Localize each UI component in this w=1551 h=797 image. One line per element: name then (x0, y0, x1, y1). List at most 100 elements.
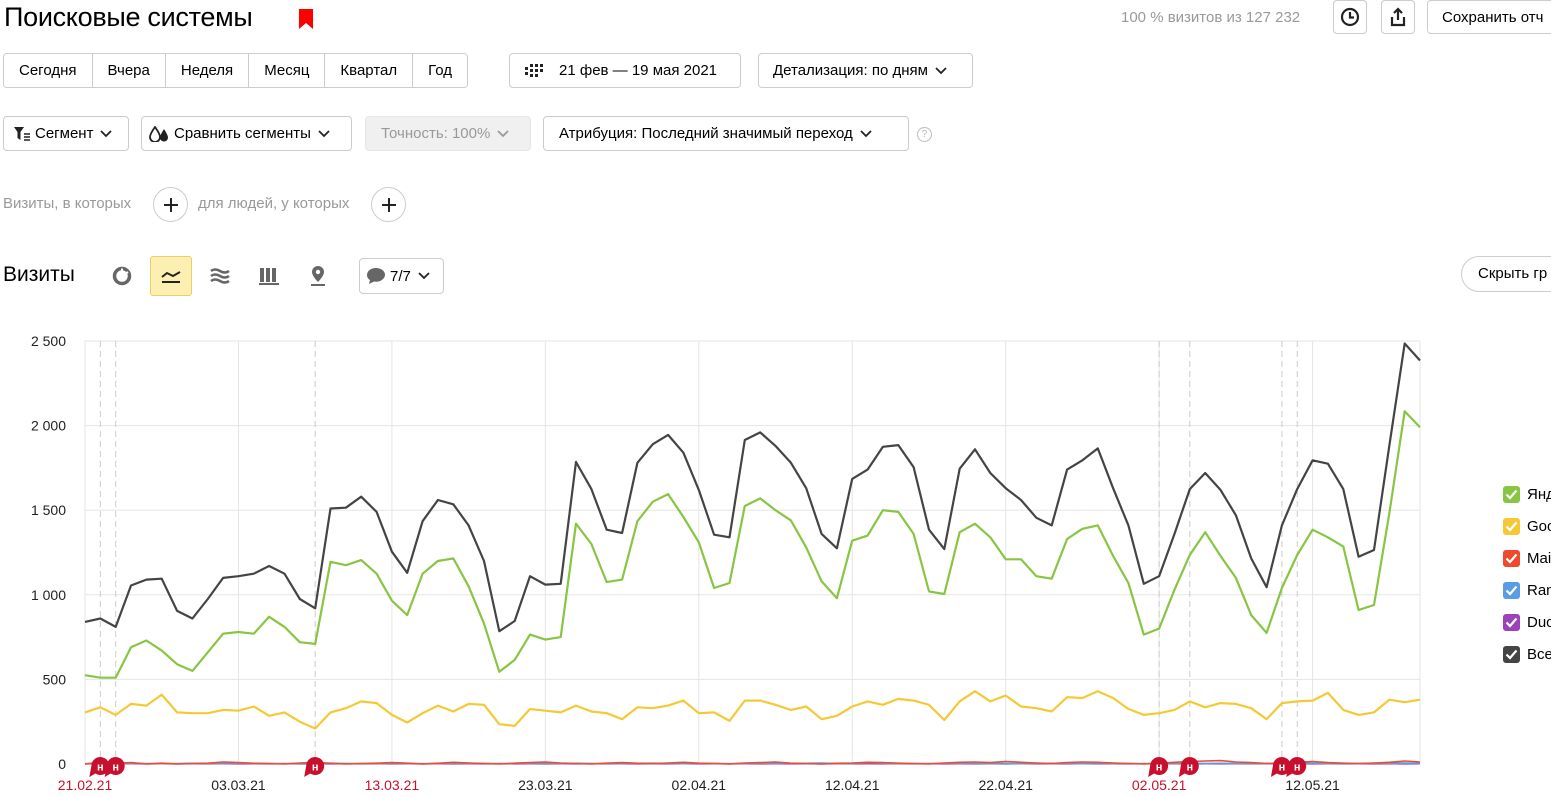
legend-item-duck[interactable]: Duc (1503, 606, 1551, 638)
annotation-label: н (112, 762, 119, 774)
legend-item-yandex[interactable]: Янд (1503, 478, 1551, 510)
date-range-label: 21 фев — 19 мая 2021 (559, 62, 718, 79)
checkbox-icon[interactable] (1503, 645, 1520, 663)
compare-segments-button[interactable]: Сравнить сегменты (141, 116, 352, 151)
legend-label: Янд (1527, 485, 1551, 503)
help-icon[interactable]: ? (917, 127, 932, 142)
chevron-down-icon (860, 129, 872, 137)
page-title: Поисковые системы (4, 2, 253, 32)
calendar-icon (525, 63, 543, 77)
x-tick-label: 22.04.21 (978, 777, 1033, 793)
y-tick-label: 1 000 (31, 587, 66, 603)
checkbox-icon[interactable] (1503, 581, 1520, 599)
checkbox-icon[interactable] (1503, 549, 1520, 567)
chart-legend: Янд Goo Mai Ram Duc Все (1503, 478, 1551, 670)
period-yesterday-button[interactable]: Вчера (92, 54, 166, 87)
bookmark-icon[interactable] (298, 9, 314, 29)
chevron-down-icon (418, 272, 430, 280)
y-tick-label: 1 500 (31, 502, 66, 518)
history-button[interactable] (1333, 0, 1367, 34)
y-tick-label: 2 500 (31, 333, 66, 349)
annotation-label: н (312, 762, 319, 774)
bar-chart-icon (259, 268, 279, 285)
hide-chart-button[interactable]: Скрыть гр (1461, 256, 1551, 292)
line-view-button[interactable] (150, 256, 192, 296)
attribution-label: Атрибуция: Последний значимый переход (559, 125, 853, 142)
annotation-label: н (97, 762, 104, 774)
period-quarter-button[interactable]: Квартал (325, 54, 414, 87)
filter-icon (14, 126, 30, 141)
legend-item-total[interactable]: Все (1503, 638, 1551, 670)
legend-label: Ram (1527, 581, 1551, 599)
save-report-button[interactable]: Сохранить отч (1427, 0, 1551, 34)
clock-icon (1340, 7, 1360, 27)
x-tick-label: 23.03.21 (518, 777, 573, 793)
visits-condition-label: Визиты, в которых (3, 195, 132, 212)
legend-item-rambler[interactable]: Ram (1503, 574, 1551, 606)
period-week-button[interactable]: Неделя (165, 54, 250, 87)
drops-icon (149, 125, 168, 142)
legend-item-mail[interactable]: Mai (1503, 542, 1551, 574)
legend-label: Mai (1527, 549, 1551, 567)
checkbox-icon[interactable] (1503, 485, 1520, 503)
detail-label: Детализация: по дням (773, 62, 928, 79)
x-tick-label: 21.02.21 (58, 777, 113, 793)
segment-button[interactable]: Сегмент (3, 116, 129, 151)
visits-percent-text: 100 % визитов из 127 232 (1121, 9, 1301, 26)
pie-view-button[interactable] (101, 256, 143, 296)
chevron-down-icon (497, 129, 509, 137)
add-visit-condition-button[interactable] (153, 187, 188, 222)
period-selector: Сегодня Вчера Неделя Месяц Квартал Год (3, 53, 469, 88)
x-tick-label: 02.04.21 (672, 777, 727, 793)
legend-label: Goo (1527, 517, 1551, 535)
annotation-label: н (1294, 762, 1301, 774)
x-tick-label: 13.03.21 (365, 777, 420, 793)
y-tick-label: 500 (43, 671, 67, 687)
annotation-label: н (1186, 762, 1193, 774)
checkbox-icon[interactable] (1503, 613, 1520, 631)
chevron-down-icon (318, 129, 330, 137)
chevron-down-icon (935, 66, 947, 74)
accuracy-label: Точность: 100% (381, 125, 491, 142)
series-line-yandex (84, 410, 1421, 679)
attribution-dropdown[interactable]: Атрибуция: Последний значимый переход (543, 116, 909, 151)
line-chart-icon (161, 271, 181, 283)
notes-count: 7/7 (390, 267, 411, 285)
legend-label: Duc (1527, 613, 1551, 631)
y-tick-label: 0 (58, 756, 66, 772)
period-year-button[interactable]: Год (413, 54, 468, 87)
pie-chart-icon (112, 266, 132, 286)
notes-dropdown[interactable]: 7/7 (359, 258, 444, 294)
map-pin-icon (311, 266, 325, 286)
annotation-label: н (1156, 762, 1163, 774)
date-range-button[interactable]: 21 фев — 19 мая 2021 (509, 53, 741, 88)
legend-label: Все (1527, 645, 1551, 663)
x-tick-label: 12.05.21 (1285, 777, 1340, 793)
period-today-button[interactable]: Сегодня (4, 54, 93, 87)
area-view-button[interactable] (199, 256, 241, 296)
detail-dropdown[interactable]: Детализация: по дням (758, 53, 973, 88)
compare-segments-label: Сравнить сегменты (174, 125, 311, 142)
series-line-google (84, 690, 1421, 730)
map-view-button[interactable] (297, 256, 339, 296)
x-tick-label: 12.04.21 (825, 777, 880, 793)
y-tick-label: 2 000 (31, 418, 66, 434)
chart-section-title: Визиты (3, 263, 75, 286)
stacked-area-icon (210, 268, 230, 284)
comment-icon (367, 268, 385, 284)
series-line-total (84, 342, 1421, 633)
plus-icon (163, 197, 178, 212)
segment-label: Сегмент (35, 125, 94, 142)
share-icon (1390, 7, 1406, 27)
x-tick-label: 03.03.21 (211, 777, 266, 793)
period-month-button[interactable]: Месяц (249, 54, 326, 87)
checkbox-icon[interactable] (1503, 517, 1520, 535)
bar-view-button[interactable] (248, 256, 290, 296)
people-condition-label: для людей, у которых (198, 195, 350, 212)
annotation-label: н (1279, 762, 1286, 774)
chevron-down-icon (100, 129, 113, 137)
legend-item-google[interactable]: Goo (1503, 510, 1551, 542)
accuracy-dropdown[interactable]: Точность: 100% (365, 116, 531, 151)
export-button[interactable] (1381, 0, 1415, 34)
add-people-condition-button[interactable] (371, 187, 406, 222)
